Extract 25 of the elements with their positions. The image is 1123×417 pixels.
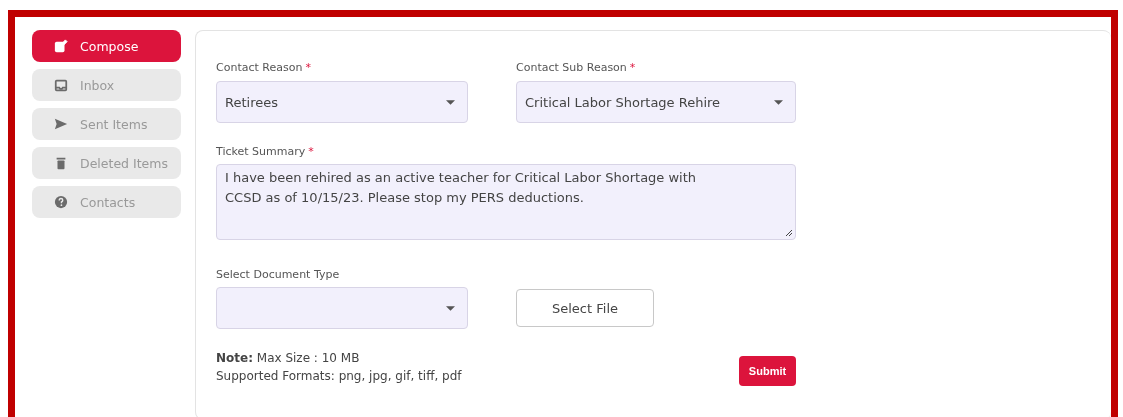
question-circle-icon <box>54 195 68 209</box>
caret-icon <box>774 99 783 105</box>
select-file-button[interactable]: Select File <box>516 289 654 327</box>
edit-icon <box>54 39 68 53</box>
ticket-summary-field[interactable]: I have been rehired as an active teacher for Critical Labor Shortage with CCSD as of 10/15/23. Please stop my PERS deductions. <box>216 164 796 240</box>
inbox-icon <box>54 78 68 92</box>
caret-icon <box>446 99 455 105</box>
contact-sub-reason-select[interactable]: Critical Labor Shortage Rehire <box>516 81 796 123</box>
contact-reason-select[interactable]: Retirees <box>216 81 468 123</box>
sidebar-item[interactable]: Compose <box>32 30 181 62</box>
trash-icon <box>54 156 68 170</box>
field-label: Contact Reason * <box>216 61 311 74</box>
supported-formats-text: Supported Formats: png, jpg, gif, tiff, pdf <box>216 369 462 383</box>
note-text: Note: Max Size : 10 MB <box>216 351 361 365</box>
paper-plane-icon <box>54 117 68 131</box>
document-type-select[interactable] <box>216 287 468 329</box>
field-label: Ticket Summary * <box>216 145 314 158</box>
field-label: Select Document Type <box>216 268 340 281</box>
required-mark: * <box>305 61 311 74</box>
required-mark: * <box>629 61 636 74</box>
field-label: Contact Sub Reason * <box>516 61 636 74</box>
caret-icon <box>446 305 455 311</box>
resize-grip-icon <box>785 229 793 237</box>
submit-button[interactable]: Submit <box>739 356 796 386</box>
required-mark: * <box>308 145 314 158</box>
